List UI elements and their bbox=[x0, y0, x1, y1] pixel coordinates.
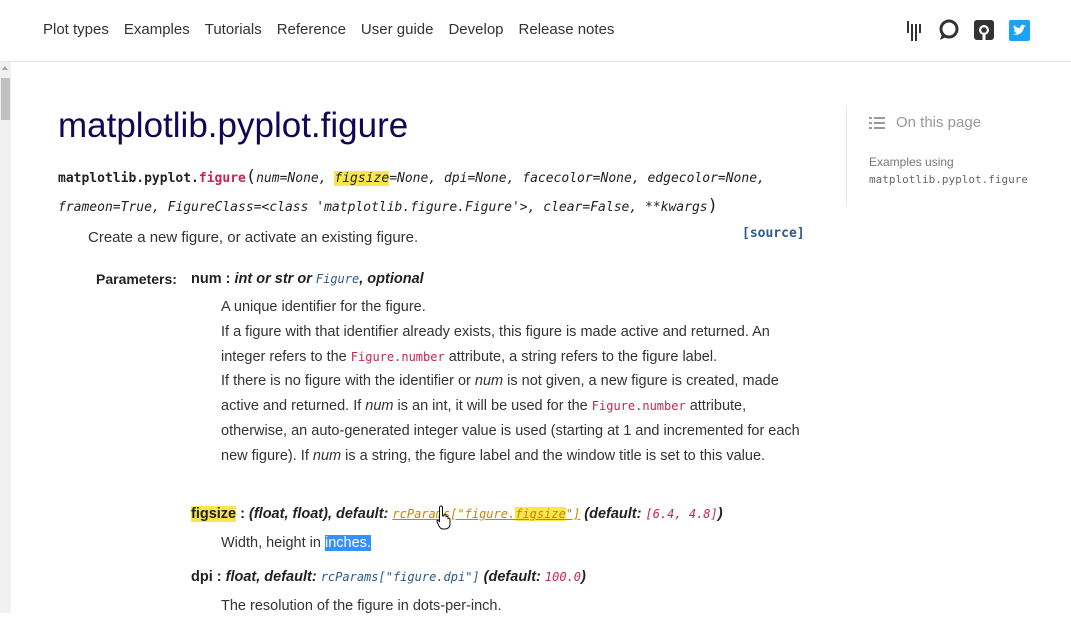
param-figsize-type: (float, float), default: bbox=[249, 506, 393, 522]
param-figsize-header: figsize : (float, float), default: rcPar… bbox=[191, 506, 723, 522]
sig-figsize-highlight: figsize bbox=[334, 171, 390, 186]
param-num-desc-3-em3: num bbox=[312, 447, 342, 464]
nav-plot-types[interactable]: Plot types bbox=[43, 21, 109, 38]
param-num-header: num : int or str or Figure, optional bbox=[191, 271, 424, 287]
param-num-desc-3-em2: num bbox=[365, 398, 394, 415]
rcparams-figsize-b: "] bbox=[565, 507, 581, 521]
param-num-desc-2: If a figure with that identifier already… bbox=[221, 320, 811, 370]
social-icons bbox=[903, 19, 1043, 41]
nav-release-notes[interactable]: Release notes bbox=[519, 21, 615, 38]
page-title: matplotlib.pyplot.figure bbox=[58, 106, 409, 145]
param-num-desc-2-text-end: attribute, a string refers to the figure… bbox=[444, 348, 718, 365]
param-num-desc-3: If there is no figure with the identifie… bbox=[221, 369, 811, 468]
nav-tutorials[interactable]: Tutorials bbox=[205, 21, 262, 38]
top-navbar: Plot types Examples Tutorials Reference … bbox=[0, 0, 1071, 62]
selected-text-inches: inches. bbox=[324, 535, 371, 551]
param-figsize-desc-line: Width, height in inches. bbox=[221, 531, 371, 556]
param-num-desc-3-em1: num bbox=[474, 373, 504, 390]
function-signature-line2: frameon=True, FigureClass=<class 'matplo… bbox=[58, 196, 718, 216]
nav-user-guide[interactable]: User guide bbox=[361, 21, 434, 38]
source-link[interactable]: [source] bbox=[742, 226, 805, 241]
figure-number-code-2: Figure.number bbox=[591, 399, 686, 414]
rcparams-dpi-link[interactable]: rcParams["figure.dpi"] bbox=[321, 570, 480, 584]
param-figsize-description: Width, height in inches. bbox=[221, 531, 371, 556]
sig-module: matplotlib.pyplot. bbox=[58, 171, 199, 186]
main-nav: Plot types Examples Tutorials Reference … bbox=[43, 21, 629, 38]
rcparams-figsize-link[interactable]: rcParams["figure.figsize"] bbox=[392, 507, 580, 521]
discourse-icon[interactable] bbox=[938, 19, 960, 41]
toc-item-examples[interactable]: Examples using matplotlib.pyplot.figure bbox=[869, 154, 1028, 188]
param-num-sep: : bbox=[221, 271, 235, 287]
toc-item-label: Examples using bbox=[869, 155, 954, 169]
param-figsize-desc-text: Width, height in bbox=[221, 535, 325, 551]
param-dpi-default-close: ) bbox=[581, 569, 586, 585]
param-num-desc-3e: is a string, the figure label and the wi… bbox=[341, 447, 766, 464]
on-this-page-sidebar: On this page Examples using matplotlib.p… bbox=[846, 106, 1071, 206]
param-figsize-sep: : bbox=[236, 506, 250, 522]
sig-close-paren: ) bbox=[707, 196, 718, 216]
param-num-desc-3a: If there is no figure with the identifie… bbox=[221, 373, 475, 390]
nav-reference[interactable]: Reference bbox=[277, 21, 346, 38]
param-figsize-default-value: [6.4, 4.8] bbox=[645, 507, 718, 521]
toc-item-code: matplotlib.pyplot.figure bbox=[869, 173, 1028, 186]
param-dpi-description: The resolution of the figure in dots-per… bbox=[221, 594, 501, 619]
param-num-type: int or str or bbox=[234, 271, 316, 287]
param-dpi-default-label: (default: bbox=[479, 569, 545, 585]
parameters-label: Parameters: bbox=[96, 271, 177, 287]
param-num-optional: , optional bbox=[359, 271, 424, 287]
twitter-icon[interactable] bbox=[1008, 19, 1030, 41]
hand-cursor-icon bbox=[436, 505, 451, 530]
github-icon[interactable] bbox=[973, 19, 995, 41]
rcparams-figsize-a: rcParams["figure. bbox=[392, 507, 516, 521]
scroll-up-arrow-icon[interactable] bbox=[2, 66, 8, 70]
rcparams-figsize-highlight: figsize bbox=[515, 507, 566, 521]
param-dpi-default-value: 100.0 bbox=[544, 570, 582, 584]
toc-heading-text: On this page bbox=[896, 114, 982, 131]
param-dpi-name: dpi bbox=[191, 569, 213, 585]
vertical-scrollbar[interactable] bbox=[0, 62, 11, 613]
toc-heading: On this page bbox=[869, 114, 981, 131]
scrollbar-thumb[interactable] bbox=[1, 78, 10, 120]
sig-rest-line1: =None, dpi=None, facecolor=None, edgecol… bbox=[389, 171, 765, 186]
param-num-name: num bbox=[191, 271, 222, 287]
nav-examples[interactable]: Examples bbox=[124, 21, 190, 38]
param-num-description: A unique identifier for the figure. If a… bbox=[221, 295, 811, 469]
sig-function-name: figure bbox=[198, 171, 246, 186]
param-dpi-desc-line: The resolution of the figure in dots-per… bbox=[221, 598, 502, 614]
gitter-icon[interactable] bbox=[903, 19, 925, 41]
param-num-type-code[interactable]: Figure bbox=[316, 272, 359, 286]
param-figsize-name: figsize bbox=[191, 506, 237, 522]
sig-line2: frameon=True, FigureClass=<class 'matplo… bbox=[58, 200, 708, 215]
param-num-desc-3c: is an int, it will be used for the bbox=[393, 398, 592, 415]
param-figsize-default-close: ) bbox=[717, 506, 723, 522]
list-icon bbox=[869, 116, 885, 129]
figure-number-code: Figure.number bbox=[350, 349, 445, 364]
sig-open-paren: ( bbox=[245, 167, 257, 187]
sig-num: num=None, bbox=[256, 171, 335, 186]
nav-develop[interactable]: Develop bbox=[448, 21, 503, 38]
param-figsize-default-label: (default: bbox=[580, 506, 646, 522]
function-signature: matplotlib.pyplot.figure(num=None, figsi… bbox=[58, 167, 765, 187]
param-dpi-sep: : bbox=[212, 569, 226, 585]
param-num-desc-1: A unique identifier for the figure. bbox=[221, 299, 426, 315]
param-dpi-header: dpi : float, default: rcParams["figure.d… bbox=[191, 569, 586, 585]
param-dpi-type: float, default: bbox=[225, 569, 321, 585]
function-description: Create a new figure, or activate an exis… bbox=[88, 229, 419, 246]
